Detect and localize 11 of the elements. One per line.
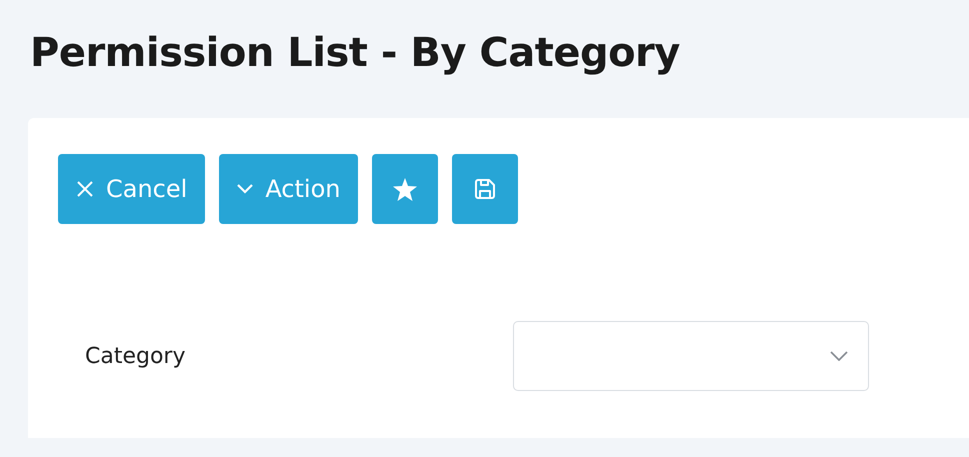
star-icon [393, 178, 418, 200]
favorite-button[interactable] [372, 154, 438, 224]
close-icon [76, 180, 94, 198]
save-icon [475, 179, 496, 199]
chevron-down-icon [237, 184, 254, 194]
page-title: Permission List - By Category [30, 30, 680, 76]
field-label: Category [85, 344, 186, 368]
save-button[interactable] [452, 154, 518, 224]
action-button[interactable]: Action [219, 154, 358, 224]
cancel-button[interactable]: Cancel [58, 154, 206, 224]
chevron-down-icon [830, 351, 848, 361]
